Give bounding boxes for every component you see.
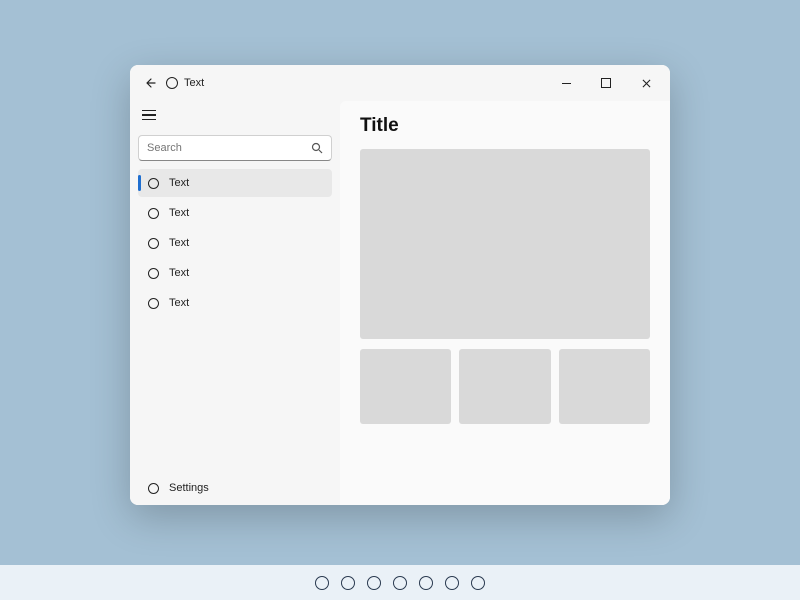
taskbar[interactable] [0, 565, 800, 600]
nav-item-label: Text [169, 237, 189, 249]
taskbar-item[interactable] [315, 576, 329, 590]
content-placeholder-large [360, 149, 650, 339]
content-placeholder-small [559, 349, 650, 424]
circle-icon [148, 268, 159, 279]
circle-icon [148, 178, 159, 189]
maximize-button[interactable] [586, 69, 626, 97]
nav-item-label: Text [169, 207, 189, 219]
nav-item-label: Text [169, 177, 189, 189]
nav-item[interactable]: Text [138, 259, 332, 287]
settings-label: Settings [169, 482, 209, 494]
content-placeholder-small [459, 349, 550, 424]
circle-icon [148, 483, 159, 494]
nav-item-label: Text [169, 297, 189, 309]
close-icon [642, 79, 651, 88]
close-button[interactable] [626, 69, 666, 97]
app-icon [166, 77, 178, 89]
content-placeholder-row [360, 349, 650, 424]
circle-icon [148, 298, 159, 309]
nav-item[interactable]: Text [138, 289, 332, 317]
circle-icon [148, 238, 159, 249]
hamburger-menu-button[interactable] [138, 101, 170, 129]
content-placeholder-small [360, 349, 451, 424]
page-title: Title [360, 115, 650, 137]
window-title: Text [184, 77, 204, 89]
taskbar-item[interactable] [393, 576, 407, 590]
content-area: Title [340, 101, 670, 505]
nav-item[interactable]: Text [138, 229, 332, 257]
nav-item[interactable]: Text [138, 169, 332, 197]
nav-item-label: Text [169, 267, 189, 279]
nav-item[interactable]: Text [138, 199, 332, 227]
titlebar[interactable]: Text [130, 65, 670, 101]
search-icon [311, 142, 323, 154]
arrow-left-icon [144, 77, 156, 89]
search-field[interactable] [147, 142, 311, 154]
taskbar-item[interactable] [419, 576, 433, 590]
back-button[interactable] [140, 73, 160, 93]
app-window: Text Text Text [130, 65, 670, 505]
settings-nav-item[interactable]: Settings [138, 471, 332, 505]
window-body: Text Text Text Text Text [130, 101, 670, 505]
taskbar-item[interactable] [471, 576, 485, 590]
sidebar: Text Text Text Text Text [130, 101, 340, 505]
search-input[interactable] [138, 135, 332, 161]
nav-list: Text Text Text Text Text [138, 169, 332, 471]
minimize-button[interactable] [546, 69, 586, 97]
circle-icon [148, 208, 159, 219]
taskbar-item[interactable] [445, 576, 459, 590]
taskbar-item[interactable] [341, 576, 355, 590]
taskbar-item[interactable] [367, 576, 381, 590]
